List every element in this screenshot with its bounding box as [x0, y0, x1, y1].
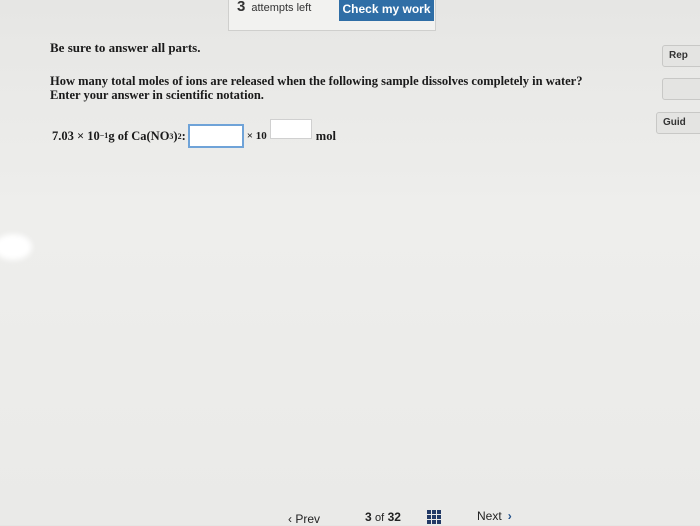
report-button[interactable]: Rep	[662, 45, 700, 67]
problem-row: 7.03 × 10 −1 g of Ca(NO 3) 2: × 10 mol	[52, 119, 336, 148]
instruction-text: Be sure to answer all parts.	[50, 40, 201, 55]
guided-solution-button[interactable]: Guid	[656, 112, 700, 134]
question-text: How many total moles of ions are release…	[50, 74, 582, 102]
check-my-work-button[interactable]: Check my work	[339, 0, 434, 21]
next-label: Next	[477, 509, 502, 523]
screen-glare	[0, 234, 32, 260]
formula-colon: :	[181, 128, 186, 143]
coefficient-answer-input[interactable]	[187, 124, 244, 148]
question-line-1: How many total moles of ions are release…	[50, 74, 583, 88]
prev-button[interactable]: ‹ Prev	[288, 512, 320, 526]
mass-exponent: −1	[99, 130, 109, 140]
attempts-label: attempts left	[251, 2, 312, 14]
page-of: of	[375, 512, 385, 524]
grid-icon[interactable]	[427, 510, 442, 524]
footer-nav: ‹ Prev 3 of 32 Next ›	[0, 505, 700, 526]
question-line-2: Enter your answer in scientific notation…	[50, 88, 264, 102]
side-tool-button[interactable]	[662, 78, 700, 100]
answer-unit: mol	[315, 128, 336, 143]
page-total: 32	[387, 510, 401, 524]
page-current: 3	[365, 510, 372, 524]
mass-coefficient: 7.03 × 10	[52, 128, 100, 143]
exponent-answer-input[interactable]	[269, 119, 312, 139]
chevron-right-icon: ›	[507, 509, 512, 523]
page-indicator[interactable]: 3 of 32	[365, 510, 401, 524]
attempts-count: 3	[237, 0, 246, 15]
mass-unit: g of Ca(NO	[108, 128, 170, 143]
attempts-indicator: 3 attempts left	[237, 0, 311, 15]
top-toolbar: 3 attempts left Check my work	[228, 0, 436, 31]
next-button[interactable]: Next ›	[477, 509, 512, 523]
times-ten-label: × 10	[246, 130, 267, 142]
